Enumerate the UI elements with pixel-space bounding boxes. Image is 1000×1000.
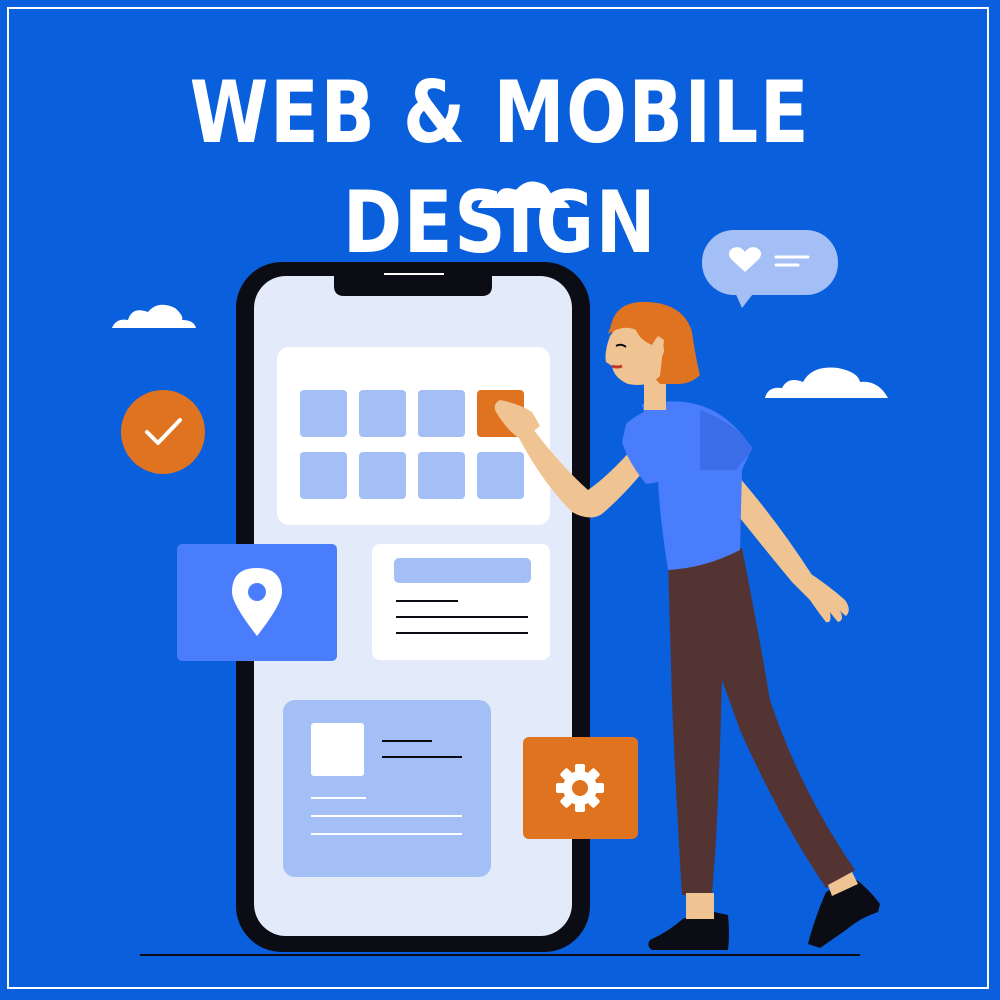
app-tile[interactable] xyxy=(418,390,465,437)
text-card xyxy=(372,544,550,660)
illustration xyxy=(112,181,888,956)
cloud-icon xyxy=(478,181,570,208)
check-icon xyxy=(121,390,205,474)
app-grid-card xyxy=(277,347,550,525)
location-card xyxy=(177,544,337,661)
cloud-icon xyxy=(112,304,196,328)
avatar xyxy=(311,723,364,776)
app-tile[interactable] xyxy=(359,390,406,437)
poster: WEB & MOBILE DESIGN xyxy=(0,0,1000,1000)
gear-icon xyxy=(556,764,604,812)
app-tile[interactable] xyxy=(418,452,465,499)
profile-card xyxy=(283,700,491,877)
heart-chat-icon xyxy=(702,230,838,308)
settings-card xyxy=(523,737,638,839)
cloud-icon xyxy=(765,367,888,398)
app-tile[interactable] xyxy=(359,452,406,499)
app-tile[interactable] xyxy=(477,452,524,499)
phone-notch xyxy=(334,276,492,296)
app-tile[interactable] xyxy=(300,390,347,437)
app-tile[interactable] xyxy=(300,452,347,499)
